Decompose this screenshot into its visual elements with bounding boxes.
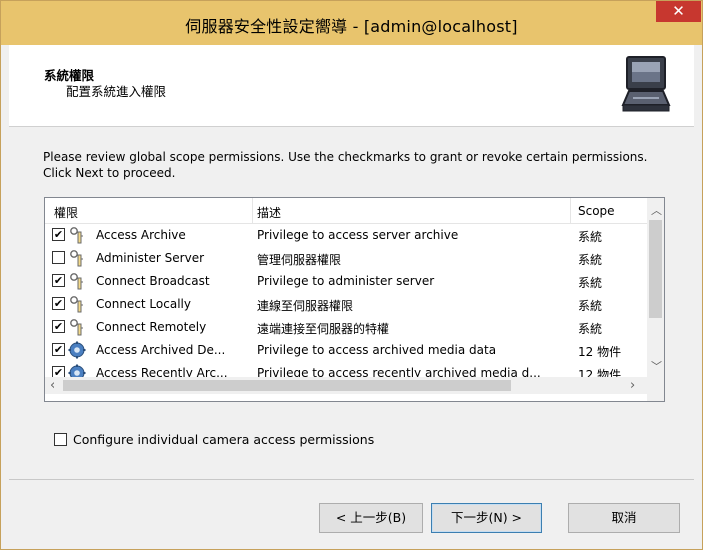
- key-icon: [70, 319, 83, 336]
- permission-scope: 12 物件: [578, 368, 622, 377]
- table-row[interactable]: ✔ Connect Locally 連線至伺服器權限 系統: [45, 293, 647, 316]
- page-subtitle: 配置系統進入權限: [66, 84, 167, 99]
- permission-checkbox[interactable]: ✔: [52, 366, 65, 377]
- gear-icon: [68, 364, 86, 377]
- key-icon: [70, 273, 83, 290]
- scroll-left-arrow-icon[interactable]: ‹: [50, 378, 55, 393]
- permission-name: Connect Locally: [96, 297, 191, 311]
- permission-description: Privilege to access server archive: [257, 228, 459, 242]
- key-icon: [70, 250, 83, 267]
- permission-description: Privilege to access recently archived me…: [257, 366, 541, 377]
- vertical-scroll-thumb[interactable]: [649, 220, 662, 318]
- scroll-up-arrow-icon[interactable]: ︿: [651, 202, 662, 218]
- permission-description: Privilege to administer server: [257, 274, 435, 288]
- permission-name: Connect Remotely: [96, 320, 207, 334]
- footer-divider: [9, 479, 694, 480]
- table-row[interactable]: Administer Server 管理伺服器權限 系統: [45, 247, 647, 270]
- list-rows: ✔ Access Archive Privilege to access ser…: [45, 224, 647, 377]
- column-header-description[interactable]: 描述: [257, 204, 281, 221]
- table-row[interactable]: ✔ Access Archive Privilege to access ser…: [45, 224, 647, 247]
- permission-checkbox[interactable]: ✔: [52, 297, 65, 310]
- permission-checkbox[interactable]: ✔: [52, 228, 65, 241]
- title-bar[interactable]: 伺服器安全性設定嚮導 - [admin@localhost] ✕: [1, 1, 702, 45]
- instructions-text: Please review global scope permissions. …: [43, 150, 648, 180]
- cancel-button[interactable]: 取消: [568, 503, 680, 533]
- scroll-right-arrow-icon[interactable]: ›: [630, 378, 635, 393]
- column-header-scope[interactable]: Scope: [578, 204, 615, 218]
- permission-description: 遠端連接至伺服器的特權: [257, 322, 390, 336]
- table-row[interactable]: ✔ Access Archived De... Privilege to acc…: [45, 339, 647, 362]
- wizard-body: Please review global scope permissions. …: [9, 127, 694, 479]
- camera-permissions-checkbox[interactable]: [54, 433, 67, 446]
- scroll-corner: [647, 377, 664, 401]
- wizard-header: 系統權限 配置系統進入權限: [9, 45, 694, 127]
- permission-description: 連線至伺服器權限: [257, 299, 354, 313]
- scroll-down-arrow-icon[interactable]: ﹀: [651, 358, 662, 374]
- next-button[interactable]: 下一步(N) >: [431, 503, 542, 533]
- server-terminal-icon: [621, 56, 671, 112]
- permission-scope: 系統: [578, 299, 603, 313]
- list-header: 權限 描述 Scope: [45, 198, 647, 224]
- back-button[interactable]: < 上一步(B): [319, 503, 423, 533]
- horizontal-scrollbar[interactable]: ‹ ›: [45, 377, 647, 394]
- close-button[interactable]: ✕: [656, 1, 701, 22]
- permissions-list[interactable]: 權限 描述 Scope ✔ Access Archive Privilege t…: [44, 197, 665, 402]
- permission-checkbox[interactable]: ✔: [52, 274, 65, 287]
- permission-scope: 系統: [578, 322, 603, 336]
- camera-permissions-label[interactable]: Configure individual camera access permi…: [73, 432, 374, 447]
- permission-scope: 系統: [578, 276, 603, 290]
- permission-scope: 系統: [578, 253, 603, 267]
- window-title: 伺服器安全性設定嚮導 - [admin@localhost]: [185, 17, 518, 36]
- gear-icon: [68, 341, 86, 359]
- permission-name: Administer Server: [96, 251, 205, 265]
- vertical-scrollbar[interactable]: ︿ ﹀: [647, 198, 664, 377]
- key-icon: [70, 296, 83, 313]
- table-row[interactable]: ✔ Access Recently Arc... Privilege to ac…: [45, 362, 647, 377]
- wizard-window: 伺服器安全性設定嚮導 - [admin@localhost] ✕ 系統權限 配置…: [0, 0, 703, 550]
- permission-name: Access Recently Arc...: [96, 366, 228, 377]
- column-divider[interactable]: [252, 198, 253, 223]
- column-header-permission[interactable]: 權限: [54, 204, 78, 221]
- permission-description: 管理伺服器權限: [257, 253, 342, 267]
- permission-description: Privilege to access archived media data: [257, 343, 497, 357]
- table-row[interactable]: ✔ Connect Broadcast Privilege to adminis…: [45, 270, 647, 293]
- permission-checkbox[interactable]: ✔: [52, 320, 65, 333]
- table-row[interactable]: ✔ Connect Remotely 遠端連接至伺服器的特權 系統: [45, 316, 647, 339]
- column-divider[interactable]: [570, 198, 571, 223]
- horizontal-scroll-thumb[interactable]: [63, 380, 511, 391]
- permission-checkbox[interactable]: [52, 251, 65, 264]
- permission-checkbox[interactable]: ✔: [52, 343, 65, 356]
- permission-name: Connect Broadcast: [96, 274, 210, 288]
- permission-name: Access Archive: [96, 228, 186, 242]
- permission-scope: 12 物件: [578, 345, 622, 359]
- permission-name: Access Archived De...: [96, 343, 226, 357]
- permission-scope: 系統: [578, 230, 603, 244]
- key-icon: [70, 227, 83, 244]
